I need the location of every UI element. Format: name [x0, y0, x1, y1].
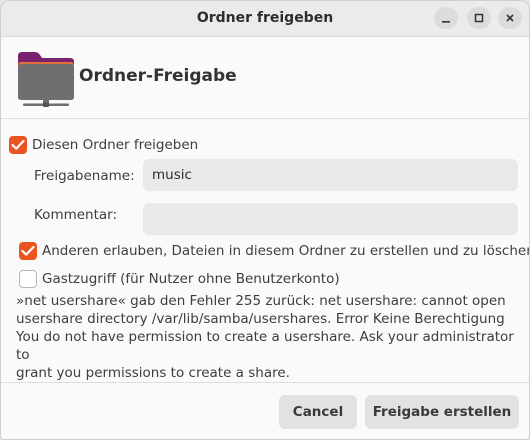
share-folder-checkbox[interactable]: [9, 136, 27, 154]
close-button[interactable]: [498, 7, 522, 29]
close-icon: [506, 14, 514, 22]
allow-others-checkbox[interactable]: [19, 242, 37, 260]
minimize-button[interactable]: [434, 7, 458, 29]
error-line: You do not have permission to create a u…: [16, 329, 514, 363]
folder-remote-icon: [18, 52, 74, 107]
share-name-label: Freigabename:: [34, 168, 135, 184]
create-share-button[interactable]: Freigabe erstellen: [365, 395, 519, 429]
guest-access-checkbox[interactable]: [19, 270, 37, 288]
error-line: »net usershare« gab den Fehler 255 zurüc…: [16, 293, 506, 309]
error-line: grant you permissions to create a share.: [16, 365, 290, 381]
allow-others-label: Anderen erlauben, Dateien in diesem Ordn…: [42, 243, 530, 259]
error-message: »net usershare« gab den Fehler 255 zurüc…: [16, 292, 521, 382]
dialog-heading: Ordner-Freigabe: [79, 66, 237, 86]
share-folder-label: Diesen Ordner freigeben: [32, 137, 199, 153]
title-bar: Ordner freigeben: [1, 1, 529, 37]
checkmark-icon: [21, 245, 35, 256]
maximize-button[interactable]: [467, 7, 491, 29]
minimize-icon: [442, 21, 450, 23]
dialog-header: Ordner-Freigabe: [1, 37, 529, 117]
checkmark-icon: [11, 139, 25, 150]
guest-access-label: Gastzugriff (für Nutzer ohne Benutzerkon…: [42, 271, 340, 287]
maximize-icon: [474, 13, 484, 23]
header-divider: [1, 118, 529, 119]
comment-label: Kommentar:: [34, 207, 118, 223]
share-name-input[interactable]: music: [143, 159, 518, 191]
error-line: usershare directory /var/lib/samba/users…: [16, 311, 505, 327]
share-folder-dialog: Ordner freigeben Ordner-Freigabe Diesen …: [0, 0, 530, 440]
comment-input[interactable]: [143, 203, 518, 235]
cancel-button[interactable]: Cancel: [279, 395, 357, 429]
